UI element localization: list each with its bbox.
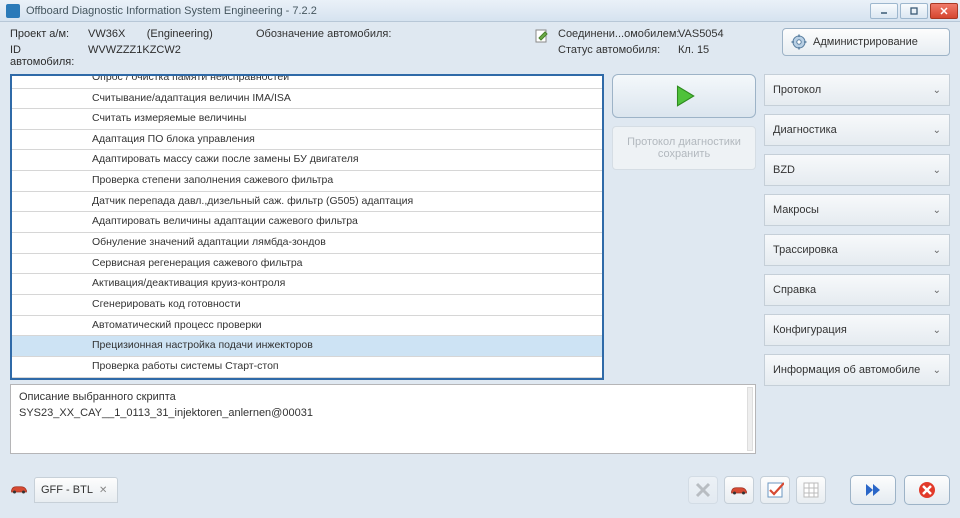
script-list-item[interactable]: Обнуление значений адаптации лямбда-зонд… — [12, 233, 602, 254]
script-list-item[interactable]: Активация/деактивация круиз-контроля — [12, 274, 602, 295]
tool-check-button[interactable] — [760, 476, 790, 504]
script-list-item[interactable]: Проверка степени заполнения сажевого фил… — [12, 171, 602, 192]
script-list-item[interactable]: Прецизионная настройка подачи инжекторов — [12, 336, 602, 357]
header-panel: Проект а/м: VW36X (Engineering) ID автом… — [0, 22, 960, 74]
tab-close-icon[interactable]: ✕ — [99, 485, 107, 496]
accordion-label: BZD — [773, 164, 795, 176]
chevron-down-icon: ⌄ — [933, 165, 941, 176]
save-protocol-button: Протокол диагностики сохранить — [612, 126, 756, 170]
script-list-item[interactable]: Сгенерировать код готовности — [12, 295, 602, 316]
vehicle-designation-label: Обозначение автомобиля: — [256, 28, 391, 40]
script-list-item[interactable]: Адаптировать величины адаптации сажевого… — [12, 212, 602, 233]
description-scrollbar[interactable] — [747, 387, 753, 451]
tool-grid-button[interactable] — [796, 476, 826, 504]
script-list-item[interactable]: Считать измеряемые величины — [12, 109, 602, 130]
accordion-item[interactable]: Справка ⌄ — [764, 274, 950, 306]
stop-button[interactable] — [904, 475, 950, 505]
accordion-item[interactable]: Протокол ⌄ — [764, 74, 950, 106]
window-title: Offboard Diagnostic Information System E… — [26, 5, 870, 17]
accordion-panel: Протокол⌄Диагностика⌄BZD⌄Макросы⌄Трассир… — [764, 74, 950, 464]
project-mode: (Engineering) — [147, 28, 213, 40]
vin-label: ID автомобиля: — [10, 44, 88, 68]
tool-cancel-button — [688, 476, 718, 504]
accordion-label: Протокол — [773, 84, 821, 96]
administration-button[interactable]: Администрирование — [782, 28, 950, 56]
vin-value: WVWZZZ1KZCW2 — [88, 44, 248, 68]
run-button[interactable] — [612, 74, 756, 118]
project-value: VW36X — [88, 28, 125, 40]
script-list-item[interactable]: Считывание/адаптация величин IMA/ISA — [12, 89, 602, 110]
maximize-button[interactable] — [900, 3, 928, 19]
accordion-label: Информация об автомобиле — [773, 364, 920, 376]
accordion-label: Справка — [773, 284, 816, 296]
chevron-down-icon: ⌄ — [933, 245, 941, 256]
script-list-item[interactable]: Адаптация ПО блока управления — [12, 130, 602, 151]
main-area: Проверка электрического топливного насос… — [0, 74, 960, 470]
status-label: Статус автомобиля: — [558, 44, 678, 56]
forward-button[interactable] — [850, 475, 896, 505]
script-list-item[interactable]: Проверка работы системы Старт-стоп — [12, 357, 602, 378]
close-button[interactable] — [930, 3, 958, 19]
description-panel: Описание выбранного скрипта SYS23_XX_CAY… — [10, 384, 756, 454]
script-list-item[interactable]: Сервисная регенерация сажевого фильтра — [12, 254, 602, 275]
accordion-item[interactable]: Конфигурация ⌄ — [764, 314, 950, 346]
project-label: Проект а/м: — [10, 28, 88, 40]
chevron-down-icon: ⌄ — [933, 365, 941, 376]
app-icon — [6, 4, 20, 18]
footer-tab-label: GFF - BTL — [41, 484, 93, 496]
minimize-button[interactable] — [870, 3, 898, 19]
accordion-label: Макросы — [773, 204, 819, 216]
administration-label: Администрирование — [813, 36, 918, 48]
footer-bar: GFF - BTL ✕ — [0, 470, 960, 510]
gear-icon — [791, 34, 807, 50]
connection-value: VAS5054 — [678, 28, 758, 40]
tool-vehicle-button[interactable] — [724, 476, 754, 504]
accordion-item[interactable]: Трассировка ⌄ — [764, 234, 950, 266]
accordion-item[interactable]: BZD ⌄ — [764, 154, 950, 186]
status-value: Кл. 15 — [678, 44, 758, 56]
chevron-down-icon: ⌄ — [933, 85, 941, 96]
description-value: SYS23_XX_CAY__1_0113_31_injektoren_anler… — [19, 407, 747, 419]
chevron-down-icon: ⌄ — [933, 285, 941, 296]
accordion-item[interactable]: Макросы ⌄ — [764, 194, 950, 226]
script-list-item[interactable]: Адаптировать массу сажи после замены БУ … — [12, 150, 602, 171]
chevron-down-icon: ⌄ — [933, 125, 941, 136]
save-protocol-label: Протокол диагностики сохранить — [617, 136, 751, 160]
script-list[interactable]: Проверка электрического топливного насос… — [10, 74, 604, 380]
accordion-item[interactable]: Диагностика ⌄ — [764, 114, 950, 146]
footer-tab[interactable]: GFF - BTL ✕ — [34, 477, 118, 503]
description-title: Описание выбранного скрипта — [19, 391, 747, 403]
vehicle-edit-button[interactable] — [534, 28, 550, 47]
accordion-item[interactable]: Информация об автомобиле ⌄ — [764, 354, 950, 386]
chevron-down-icon: ⌄ — [933, 205, 941, 216]
accordion-label: Диагностика — [773, 124, 837, 136]
accordion-label: Конфигурация — [773, 324, 847, 336]
window-titlebar: Offboard Diagnostic Information System E… — [0, 0, 960, 22]
chevron-down-icon: ⌄ — [933, 325, 941, 336]
script-list-item[interactable]: Опрос / очистка памяти неисправностей — [12, 74, 602, 89]
car-icon — [10, 483, 28, 498]
accordion-label: Трассировка — [773, 244, 838, 256]
connection-label: Соединени...омобилем: — [558, 28, 678, 40]
script-list-item[interactable]: Датчик перепада давл.,дизельный саж. фил… — [12, 192, 602, 213]
script-list-item[interactable]: Автоматический процесс проверки — [12, 316, 602, 337]
